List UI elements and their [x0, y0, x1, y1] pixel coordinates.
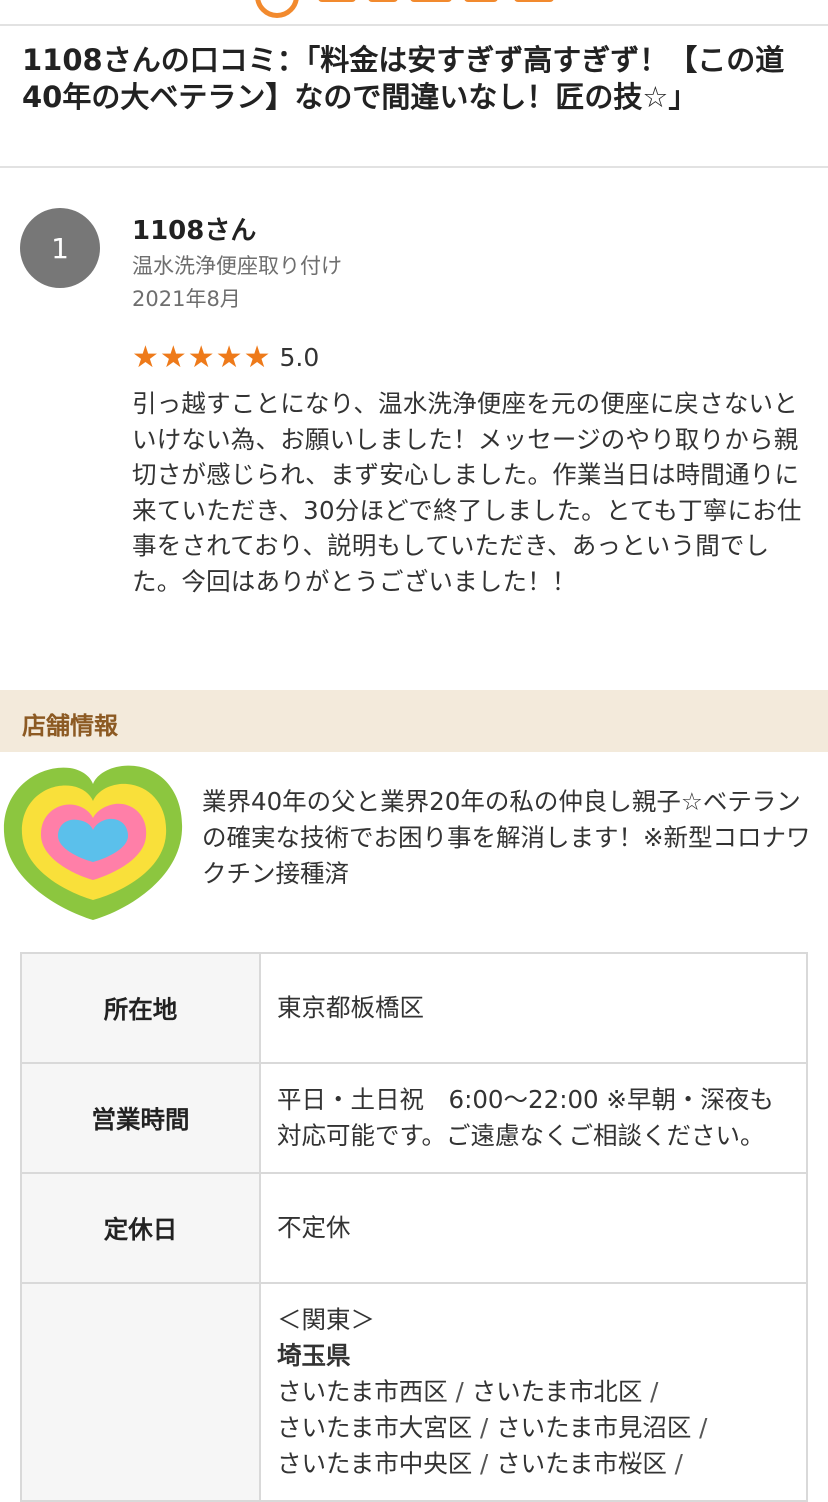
holiday-label: 定休日	[20, 1172, 261, 1284]
area-city-link[interactable]: さいたま市北区	[472, 1377, 643, 1406]
rating-score: 5.0	[279, 343, 320, 372]
shop-info-table: 所在地 東京都板橋区 営業時間 平日・土日祝 6:00〜22:00 ※早朝・深夜…	[20, 952, 808, 1502]
heart-logo-icon	[3, 765, 183, 920]
separator: /	[642, 1377, 659, 1406]
reviewer-name: 1108さん	[132, 216, 257, 246]
separator: /	[691, 1413, 708, 1442]
rating-row: ★★★★★ 5.0	[132, 340, 319, 376]
site-logo-icon[interactable]	[255, 0, 299, 18]
table-row-area: ＜関東＞ 埼玉県 さいたま市西区 / さいたま市北区 / さいたま市大宮区 / …	[20, 1282, 808, 1502]
star-rating-icon: ★★★★★	[132, 340, 272, 375]
avatar-number: 1	[51, 231, 69, 265]
hours-label: 営業時間	[20, 1062, 261, 1174]
shop-info-title: 店舗情報	[22, 712, 118, 740]
area-region: ＜関東＞	[277, 1305, 375, 1334]
separator: /	[472, 1449, 497, 1478]
area-city-link[interactable]: さいたま市大宮区	[277, 1413, 472, 1442]
review-body: 引っ越すことになり、温水洗浄便座を元の便座に戻さないといけない為、お願いしました…	[132, 389, 802, 596]
service-name: 温水洗浄便座取り付け	[132, 254, 342, 278]
area-city-link[interactable]: さいたま市桜区	[496, 1449, 667, 1478]
location-label: 所在地	[20, 952, 261, 1064]
review-date: 2021年8月	[132, 287, 241, 311]
separator: /	[447, 1377, 472, 1406]
avatar: 1	[20, 208, 100, 288]
title-divider	[0, 166, 828, 168]
shop-info-header: 店舗情報	[0, 690, 828, 752]
location-value: 東京都板橋区	[259, 952, 808, 1064]
table-row-holiday: 定休日 不定休	[20, 1172, 808, 1284]
separator: /	[472, 1413, 497, 1442]
area-city-link[interactable]: さいたま市見沼区	[496, 1413, 691, 1442]
site-logo-wordmark-icon[interactable]	[318, 0, 558, 8]
area-city-link[interactable]: さいたま市中央区	[277, 1449, 472, 1478]
area-value: ＜関東＞ 埼玉県 さいたま市西区 / さいたま市北区 / さいたま市大宮区 / …	[259, 1282, 808, 1502]
table-row-hours: 営業時間 平日・土日祝 6:00〜22:00 ※早朝・深夜も対応可能です。ご遠慮…	[20, 1062, 808, 1174]
hours-value: 平日・土日祝 6:00〜22:00 ※早朝・深夜も対応可能です。ご遠慮なくご相談…	[259, 1062, 808, 1174]
area-prefecture: 埼玉県	[277, 1341, 351, 1370]
page-title: 1108さんの口コミ：「料金は安すぎず高すぎず！【この道40年の大ベテラン】なの…	[22, 43, 785, 114]
top-header-bar	[0, 0, 828, 26]
area-city-link[interactable]: さいたま市西区	[277, 1377, 448, 1406]
shop-description: 業界40年の父と業界20年の私の仲良し親子☆ベテランの確実な技術でお困り事を解消…	[202, 787, 811, 888]
separator: /	[666, 1449, 683, 1478]
holiday-value: 不定休	[259, 1172, 808, 1284]
area-label	[20, 1282, 261, 1502]
table-row-location: 所在地 東京都板橋区	[20, 952, 808, 1064]
